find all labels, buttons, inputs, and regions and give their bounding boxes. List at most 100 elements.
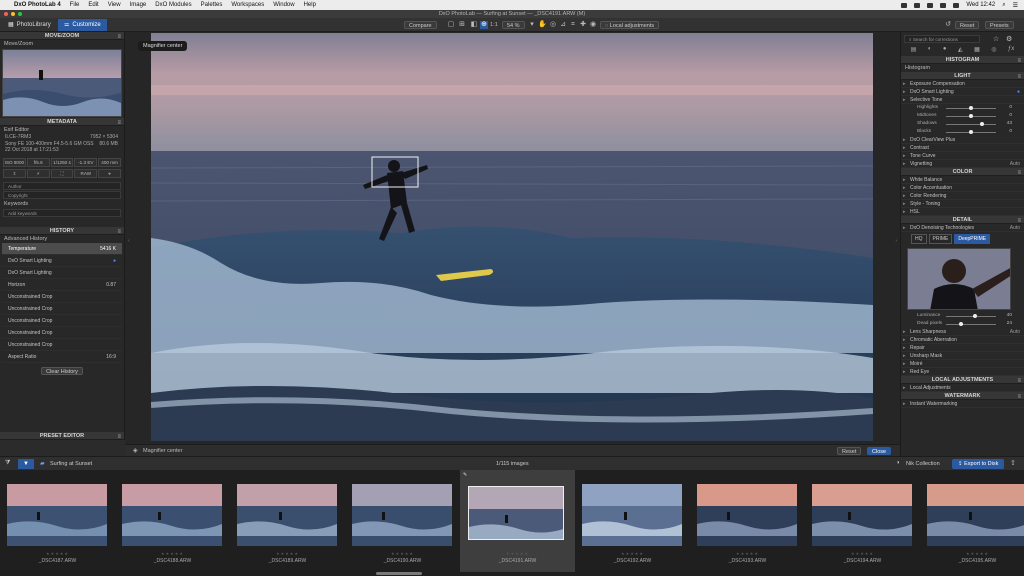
menu-edit[interactable]: Edit: [88, 2, 98, 8]
exposure-compensation-row[interactable]: Exposure Compensation: [901, 80, 1024, 88]
panel-menu-icon[interactable]: ≡: [1017, 57, 1021, 65]
style-toning-row[interactable]: Style - Toning: [901, 200, 1024, 208]
rating-stars[interactable]: ★★★★★: [805, 551, 920, 556]
history-header[interactable]: HISTORY ≡: [0, 226, 124, 236]
menu-help[interactable]: Help: [304, 2, 316, 8]
history-item[interactable]: Temperature 5416 K: [2, 242, 122, 255]
slider-knob[interactable]: [980, 122, 984, 126]
close-magnifier-button[interactable]: Close: [867, 447, 892, 455]
unsharp-mask-row[interactable]: Unsharp Mask: [901, 352, 1024, 360]
panel-menu-icon[interactable]: ≡: [117, 228, 121, 236]
clear-history-button[interactable]: Clear History: [41, 366, 83, 375]
hand-tool-icon[interactable]: ✋: [538, 21, 547, 29]
tab-local-icon[interactable]: ◎: [991, 46, 996, 56]
rating-stars[interactable]: ★★★★★: [345, 551, 460, 556]
local-adjustments-row[interactable]: Local Adjustments: [901, 384, 1024, 392]
advanced-history-sub[interactable]: Advanced History: [0, 235, 124, 243]
menu-window[interactable]: Window: [273, 2, 294, 8]
slider-knob[interactable]: [969, 114, 973, 118]
menu-app[interactable]: DxO PhotoLab 4: [14, 2, 61, 8]
tone-curve-row[interactable]: Tone Curve: [901, 152, 1024, 160]
tab-effects-icon[interactable]: ƒx: [1008, 46, 1014, 56]
selective-tone-row[interactable]: Selective Tone: [901, 96, 1024, 104]
fullscreen-icon[interactable]: ▢: [447, 21, 455, 29]
rating-stars[interactable]: ★★★★★: [0, 551, 115, 556]
collapse-left-icon[interactable]: ‹: [128, 238, 130, 244]
filmstrip-thumbnail[interactable]: ★★★★★ _DSC4193.ARW: [690, 470, 805, 572]
slider-knob[interactable]: [969, 106, 973, 110]
zoom-select[interactable]: 54 %: [502, 21, 525, 29]
hsl-row[interactable]: HSL: [901, 208, 1024, 216]
history-item[interactable]: DxO Smart Lighting: [2, 267, 122, 279]
toggle-icon[interactable]: ●: [1017, 88, 1020, 96]
menu-list-icon[interactable]: ☰: [1013, 2, 1018, 9]
tone-slider-highlights[interactable]: Highlights 0: [901, 104, 1024, 112]
presets-button[interactable]: Presets: [985, 21, 1014, 29]
export-to-disk-button[interactable]: ⇪ Export to Disk: [952, 459, 1005, 469]
rating-stars[interactable]: ★★★★★: [115, 551, 230, 556]
rating-stars[interactable]: ★★★★★: [230, 551, 345, 556]
tab-photolibrary[interactable]: ▦ PhotoLibrary: [2, 19, 57, 31]
sort-button[interactable]: ▼: [18, 459, 34, 469]
settings-icon[interactable]: ⚙: [1006, 35, 1012, 43]
denoise-preview[interactable]: [907, 248, 1011, 310]
white-balance-icon[interactable]: ◎: [549, 21, 557, 29]
color-header[interactable]: COLOR ≡: [901, 168, 1024, 176]
tab-color-icon[interactable]: ●: [943, 46, 947, 56]
luminance-knob[interactable]: [973, 314, 977, 318]
rating-stars[interactable]: ★★★★★: [690, 551, 805, 556]
watermark-header[interactable]: WATERMARK ≡: [901, 392, 1024, 400]
folder-name[interactable]: Surfing at Sunset: [50, 461, 92, 467]
dead-pixels-knob[interactable]: [959, 322, 963, 326]
undo-icon[interactable]: ↺: [944, 21, 952, 29]
display-icon[interactable]: ◧: [470, 21, 478, 29]
wifi-icon[interactable]: [927, 2, 934, 8]
history-item[interactable]: Unconstrained Crop: [2, 327, 122, 339]
mode-prime[interactable]: PRIME: [928, 234, 953, 244]
menu-file[interactable]: File: [70, 2, 80, 8]
mode-deepprime[interactable]: DeepPRIME: [954, 234, 991, 244]
fit-icon[interactable]: ⊕: [480, 21, 488, 29]
minimize-window-button[interactable]: [11, 12, 15, 16]
instant-watermarking-row[interactable]: Instant Watermarking: [901, 400, 1024, 408]
filmstrip-thumbnail[interactable]: ★★★★★ _DSC4190.ARW: [345, 470, 460, 572]
mode-hq[interactable]: HQ: [911, 234, 927, 244]
smart-lighting-row[interactable]: DxO Smart Lighting●: [901, 88, 1024, 96]
clock[interactable]: Wed 12:42: [966, 2, 995, 8]
menu-view[interactable]: View: [108, 2, 121, 8]
filmstrip-thumbnail[interactable]: ★★★★★ _DSC4191.ARW ✎: [460, 470, 575, 572]
history-item[interactable]: Unconstrained Crop: [2, 291, 122, 303]
author-field[interactable]: Author: [3, 181, 121, 190]
filmstrip-thumbnail[interactable]: ★★★★★ _DSC4189.ARW: [230, 470, 345, 572]
luminance-track[interactable]: [946, 316, 996, 317]
local-adjustments-header[interactable]: LOCAL ADJUSTMENTS ≡: [901, 376, 1024, 384]
tone-slider-blacks[interactable]: Blacks 0: [901, 128, 1024, 136]
menu-workspaces[interactable]: Workspaces: [231, 2, 264, 8]
tab-detail-icon[interactable]: ◭: [958, 46, 963, 56]
reset-button[interactable]: Reset: [955, 21, 980, 29]
tab-geometry-icon[interactable]: ▦: [974, 46, 980, 56]
metadata-header[interactable]: METADATA ≡: [0, 118, 124, 126]
menu-palettes[interactable]: Palettes: [201, 2, 223, 8]
copyright-field[interactable]: Copyright: [3, 190, 121, 199]
history-item[interactable]: Aspect Ratio 16:9: [2, 351, 122, 363]
chevron-down-icon[interactable]: ▾: [528, 21, 536, 29]
status-icon[interactable]: [901, 2, 908, 8]
image-viewer[interactable]: Magnifier center ‹ ›: [125, 32, 900, 444]
rating-stars[interactable]: ★★★★★: [920, 551, 1024, 556]
reset-magnifier-button[interactable]: Reset: [837, 447, 862, 455]
light-header[interactable]: LIGHT ≡: [901, 72, 1024, 80]
close-window-button[interactable]: [4, 12, 8, 16]
exif-editor-sub[interactable]: Exif Editor: [0, 126, 124, 134]
red-eye-row[interactable]: Red Eye: [901, 368, 1024, 376]
crop-icon[interactable]: ⌗: [569, 21, 577, 29]
filmstrip-thumbnail[interactable]: ★★★★★ _DSC4192.ARW: [575, 470, 690, 572]
corrections-search-input[interactable]: ⌕ Search for corrections: [904, 35, 980, 43]
repair-icon[interactable]: ✚: [579, 21, 587, 29]
rating-stars[interactable]: ★★★★★: [460, 551, 575, 556]
straighten-icon[interactable]: ⊿: [559, 21, 567, 29]
history-item[interactable]: Unconstrained Crop: [2, 339, 122, 351]
history-item[interactable]: DxO Smart Lighting ●: [2, 255, 122, 267]
slider-knob[interactable]: [969, 130, 973, 134]
panel-menu-icon[interactable]: ≡: [117, 33, 121, 41]
